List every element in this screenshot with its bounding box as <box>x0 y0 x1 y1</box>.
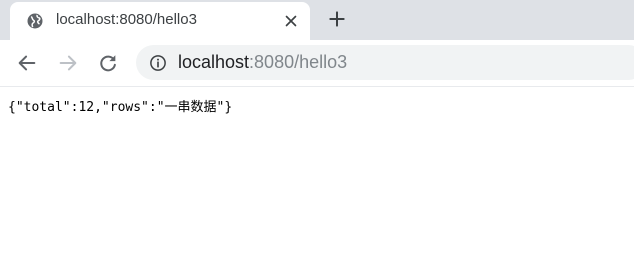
address-path: :8080/hello3 <box>249 52 348 72</box>
address-url: localhost:8080/hello3 <box>178 52 347 73</box>
json-response-text: {"total":12,"rows":"一串数据"} <box>8 100 233 115</box>
address-host: localhost <box>178 52 250 72</box>
globe-icon <box>27 13 43 29</box>
arrow-right-icon[interactable] <box>57 52 79 74</box>
reload-icon[interactable] <box>97 52 119 74</box>
tab-strip: localhost:8080/hello3 <box>0 0 634 40</box>
info-icon[interactable] <box>149 54 167 72</box>
close-icon[interactable] <box>282 12 300 30</box>
page-content: {"total":12,"rows":"一串数据"} <box>0 87 634 257</box>
arrow-left-icon[interactable] <box>16 52 38 74</box>
toolbar: localhost:8080/hello3 <box>0 40 634 86</box>
plus-icon[interactable] <box>327 9 347 29</box>
tab-active[interactable]: localhost:8080/hello3 <box>10 2 310 40</box>
browser-window: localhost:8080/hello3 localhost:8080/hel… <box>0 0 634 257</box>
tab-title: localhost:8080/hello3 <box>56 11 197 28</box>
address-bar[interactable]: localhost:8080/hello3 <box>136 45 634 80</box>
